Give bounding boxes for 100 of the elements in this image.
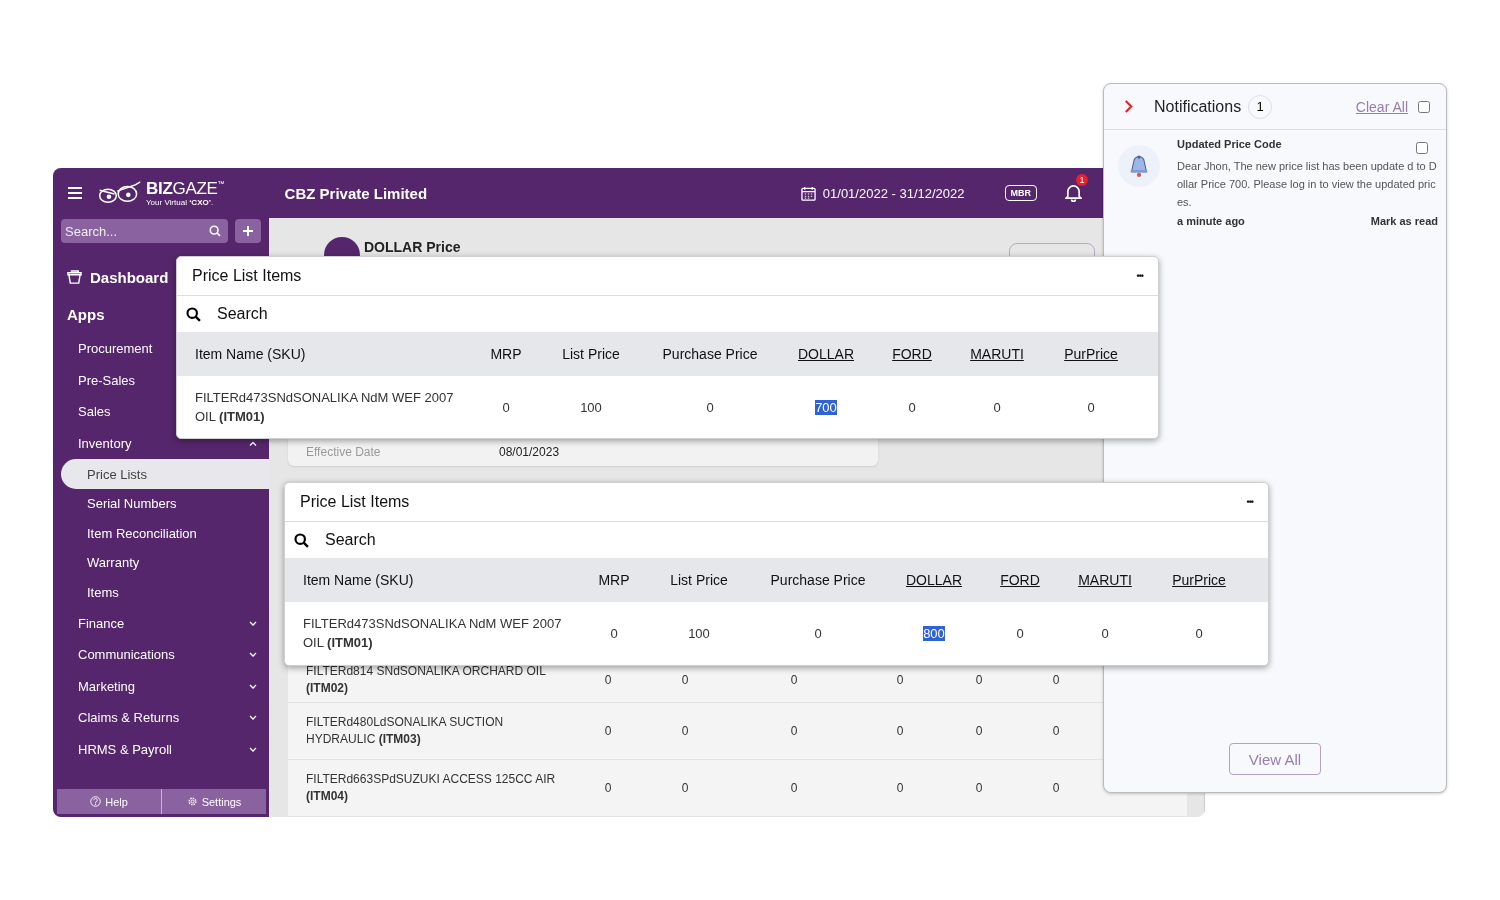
column-link[interactable]: DOLLAR [892, 572, 976, 588]
chevron-icon [249, 652, 257, 658]
table-cell-text: FILTERd480LdSONALIKA SUCTION HYDRAULIC (ITM03) [305, 714, 505, 748]
table-cell-text: 0 [603, 673, 613, 687]
select-all-checkbox[interactable] [1418, 100, 1430, 113]
more-button[interactable]: ••• [1246, 497, 1253, 507]
table-cell-text: 0 [974, 724, 984, 738]
nav-subitem[interactable]: Items [53, 577, 269, 608]
table-cell-text: 0 [680, 673, 690, 687]
column-header: MRP [597, 572, 631, 588]
table-cell-text: 0 [895, 781, 905, 795]
table-cell-text: 0 [1051, 781, 1061, 795]
table-cell-text: 0 [680, 781, 690, 795]
chevron-icon [249, 715, 257, 721]
calendar-icon[interactable] [800, 185, 816, 201]
logo-tagline: Your Virtual ‘CXO’. [146, 197, 215, 207]
nav-item[interactable]: Communications [53, 638, 269, 671]
chevron-icon [249, 747, 257, 752]
nav-subitem[interactable]: Serial Numbers [53, 488, 269, 519]
table-cell: 0 [1016, 625, 1024, 641]
nav-item[interactable]: Inventory [53, 427, 269, 460]
search-field[interactable]: Search [217, 305, 268, 323]
table-cell-text: 0 [895, 724, 905, 738]
logo-icon [96, 181, 144, 205]
table-cell: 0 [993, 399, 1001, 415]
logo: BIZGAZE [146, 179, 218, 198]
settings-icon [186, 796, 198, 807]
notification-checkbox[interactable] [1416, 142, 1428, 154]
bell-icon[interactable] [1065, 183, 1082, 202]
date-range[interactable]: 01/01/2022 - 31/12/2022 [822, 185, 965, 201]
table-cell: 0 [908, 399, 916, 415]
add-button[interactable] [235, 219, 261, 243]
notification-message: Dear Jhon, The new price list has been update d to Dollar Price 700. Please log in to view the updated prices. [1177, 159, 1438, 210]
field-label: Effective Date [306, 445, 382, 459]
column-header: Item Name (SKU) [194, 346, 307, 362]
chevron-icon [249, 683, 257, 689]
table-cell-text: 0 [974, 781, 984, 795]
column-link[interactable]: FORD [868, 346, 956, 362]
column-header: MRP [489, 346, 523, 362]
mbr-badge[interactable]: MBR [1004, 185, 1037, 201]
search-icon[interactable] [209, 225, 221, 237]
nav-item[interactable]: Marketing [53, 670, 269, 703]
table-cell-text: 0 [603, 724, 613, 738]
table-cell-text: FILTERd473SNdSONALIKA NdM WEF 2007 OIL (ITM01) [194, 389, 455, 426]
dashboard-link[interactable]: Dashboard [90, 269, 169, 286]
table-cell: 0 [1087, 399, 1095, 415]
table-cell-text: FILTERd663SPdSUZUKI ACCESS 125CC AIR (ITM04) [305, 771, 557, 805]
column-link[interactable]: FORD [976, 572, 1064, 588]
table-cell-text: 0 [789, 673, 799, 687]
section-title: Apps [67, 306, 105, 323]
more-button[interactable]: ••• [1136, 271, 1143, 281]
column-header: Purchase Price [769, 572, 867, 588]
column-link[interactable]: PurPrice [1038, 346, 1144, 362]
table-cell: 0 [502, 399, 510, 415]
column-link[interactable]: DOLLAR [784, 346, 868, 362]
nav-subitem[interactable]: Item Reconciliation [53, 518, 269, 549]
plus-icon [243, 226, 253, 236]
table-cell-text: 0 [789, 724, 799, 738]
table-cell: 700 [815, 399, 837, 415]
nav-subitem[interactable]: Warranty [53, 548, 269, 578]
help-icon [90, 796, 102, 807]
mark-read-link[interactable]: Mark as read [1370, 215, 1438, 227]
column-header: List Price [669, 572, 729, 588]
search-icon [186, 306, 201, 322]
column-header: Purchase Price [661, 346, 759, 362]
field-value: 08/01/2023 [499, 445, 560, 459]
table-cell-text: 0 [1051, 673, 1061, 687]
table-cell: 100 [688, 625, 710, 641]
nav-subitem[interactable]: Price Lists [61, 459, 269, 489]
chevron-icon [249, 441, 257, 447]
table-cell-text: 0 [789, 781, 799, 795]
page-title: DOLLAR Price [364, 239, 461, 255]
dialog-title: Price List Items [192, 267, 302, 285]
nav-item[interactable]: HRMS & Payroll [53, 733, 269, 766]
table-cell-text: 0 [603, 781, 613, 795]
bell-illustration-icon [1118, 145, 1160, 187]
notification-time: a minute ago [1177, 215, 1245, 227]
panel-title: Notifications [1154, 97, 1242, 116]
table-cell: 100 [580, 399, 602, 415]
notification-title: Updated Price Code [1177, 138, 1282, 150]
notification-count: 1 [1076, 174, 1088, 186]
menu-icon[interactable] [68, 187, 82, 199]
company-name: CBZ Private Limited [284, 184, 428, 202]
table-cell: 800 [923, 625, 945, 641]
search-field[interactable]: Search... [61, 219, 228, 243]
column-header: List Price [561, 346, 621, 362]
view-all-button[interactable]: View All [1229, 743, 1321, 775]
table-cell: 0 [1101, 625, 1109, 641]
table-cell-text: FILTERd814 SNdSONALIKA ORCHARD OIL (ITM02) [305, 663, 547, 697]
table-cell: 0 [1195, 625, 1203, 641]
column-link[interactable]: PurPrice [1146, 572, 1252, 588]
nav-item[interactable]: Finance [53, 607, 269, 639]
search-field[interactable]: Search [325, 531, 376, 549]
dialog-title: Price List Items [300, 493, 410, 511]
column-link[interactable]: MARUTI [1064, 572, 1146, 588]
column-link[interactable]: MARUTI [956, 346, 1038, 362]
chevron-right-icon[interactable] [1124, 100, 1133, 113]
nav-item[interactable]: Claims & Returns [53, 702, 269, 734]
table-cell-text: 0 [680, 724, 690, 738]
table-cell-text: 0 [895, 673, 905, 687]
